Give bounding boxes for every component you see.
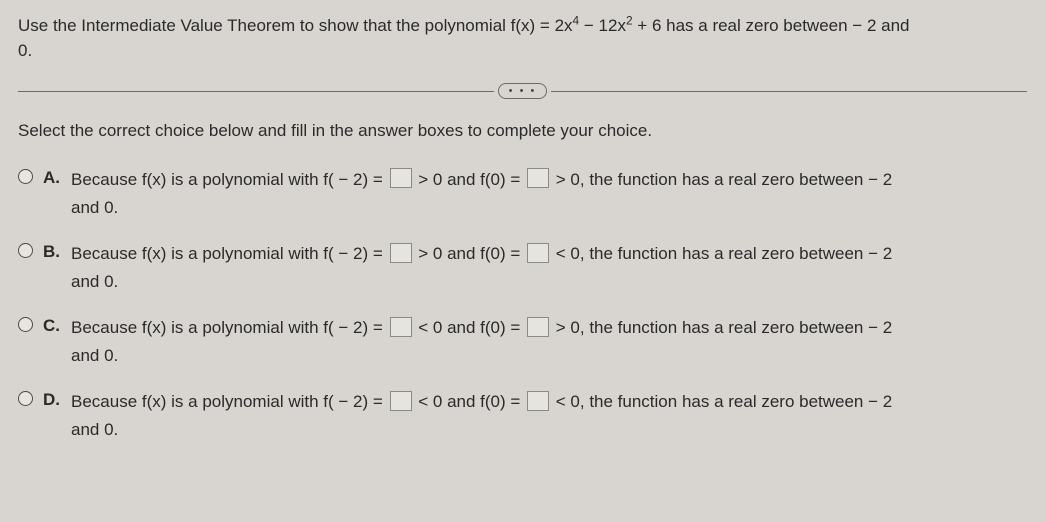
choice-body-d: Because f(x) is a polynomial with f( − 2…: [71, 388, 1027, 444]
choice-letter-a: A.: [43, 166, 61, 191]
choice-letter-c: C.: [43, 314, 61, 339]
answer-blank-c1[interactable]: [390, 317, 412, 337]
choice-b-tail: and 0.: [71, 272, 118, 291]
choice-c-pre: Because f(x) is a polynomial with f( − 2…: [71, 318, 388, 337]
answer-blank-d1[interactable]: [390, 391, 412, 411]
instruction-text: Select the correct choice below and fill…: [18, 119, 1027, 144]
choice-d-cmp1: < 0 and f(0) =: [414, 392, 526, 411]
choice-b-cmp2: < 0, the function has a real zero betwee…: [551, 244, 892, 263]
choice-d[interactable]: D. Because f(x) is a polynomial with f( …: [18, 388, 1027, 444]
question-prompt: Use the Intermediate Value Theorem to sh…: [18, 14, 1027, 63]
divider-row: • • •: [18, 83, 1027, 99]
choice-d-cmp2: < 0, the function has a real zero betwee…: [551, 392, 892, 411]
choice-letter-d: D.: [43, 388, 61, 413]
choice-c[interactable]: C. Because f(x) is a polynomial with f( …: [18, 314, 1027, 370]
radio-d[interactable]: [18, 391, 33, 406]
answer-blank-d2[interactable]: [527, 391, 549, 411]
radio-c[interactable]: [18, 317, 33, 332]
choice-a-tail: and 0.: [71, 198, 118, 217]
answer-blank-b1[interactable]: [390, 243, 412, 263]
choice-body-b: Because f(x) is a polynomial with f( − 2…: [71, 240, 1027, 296]
choice-body-a: Because f(x) is a polynomial with f( − 2…: [71, 166, 1027, 222]
choice-a[interactable]: A. Because f(x) is a polynomial with f( …: [18, 166, 1027, 222]
choice-d-pre: Because f(x) is a polynomial with f( − 2…: [71, 392, 388, 411]
divider-line-right: [551, 91, 1027, 92]
question-line2: 0.: [18, 41, 32, 60]
choice-b-cmp1: > 0 and f(0) =: [414, 244, 526, 263]
choice-c-cmp1: < 0 and f(0) =: [414, 318, 526, 337]
choice-body-c: Because f(x) is a polynomial with f( − 2…: [71, 314, 1027, 370]
question-mid1: − 12x: [579, 16, 626, 35]
choice-b[interactable]: B. Because f(x) is a polynomial with f( …: [18, 240, 1027, 296]
choice-a-pre: Because f(x) is a polynomial with f( − 2…: [71, 170, 388, 189]
choice-a-cmp1: > 0 and f(0) =: [414, 170, 526, 189]
answer-blank-a1[interactable]: [390, 168, 412, 188]
answer-blank-c2[interactable]: [527, 317, 549, 337]
choice-d-tail: and 0.: [71, 420, 118, 439]
choice-c-cmp2: > 0, the function has a real zero betwee…: [551, 318, 892, 337]
more-pill[interactable]: • • •: [498, 83, 548, 99]
answer-blank-b2[interactable]: [527, 243, 549, 263]
divider-line-left: [18, 91, 494, 92]
question-exp2: 2: [626, 13, 633, 27]
answer-blank-a2[interactable]: [527, 168, 549, 188]
choice-b-pre: Because f(x) is a polynomial with f( − 2…: [71, 244, 388, 263]
question-line1-pre: Use the Intermediate Value Theorem to sh…: [18, 16, 573, 35]
radio-a[interactable]: [18, 169, 33, 184]
radio-b[interactable]: [18, 243, 33, 258]
choice-a-cmp2: > 0, the function has a real zero betwee…: [551, 170, 892, 189]
question-line1-post: + 6 has a real zero between − 2 and: [633, 16, 910, 35]
choice-letter-b: B.: [43, 240, 61, 265]
choice-c-tail: and 0.: [71, 346, 118, 365]
